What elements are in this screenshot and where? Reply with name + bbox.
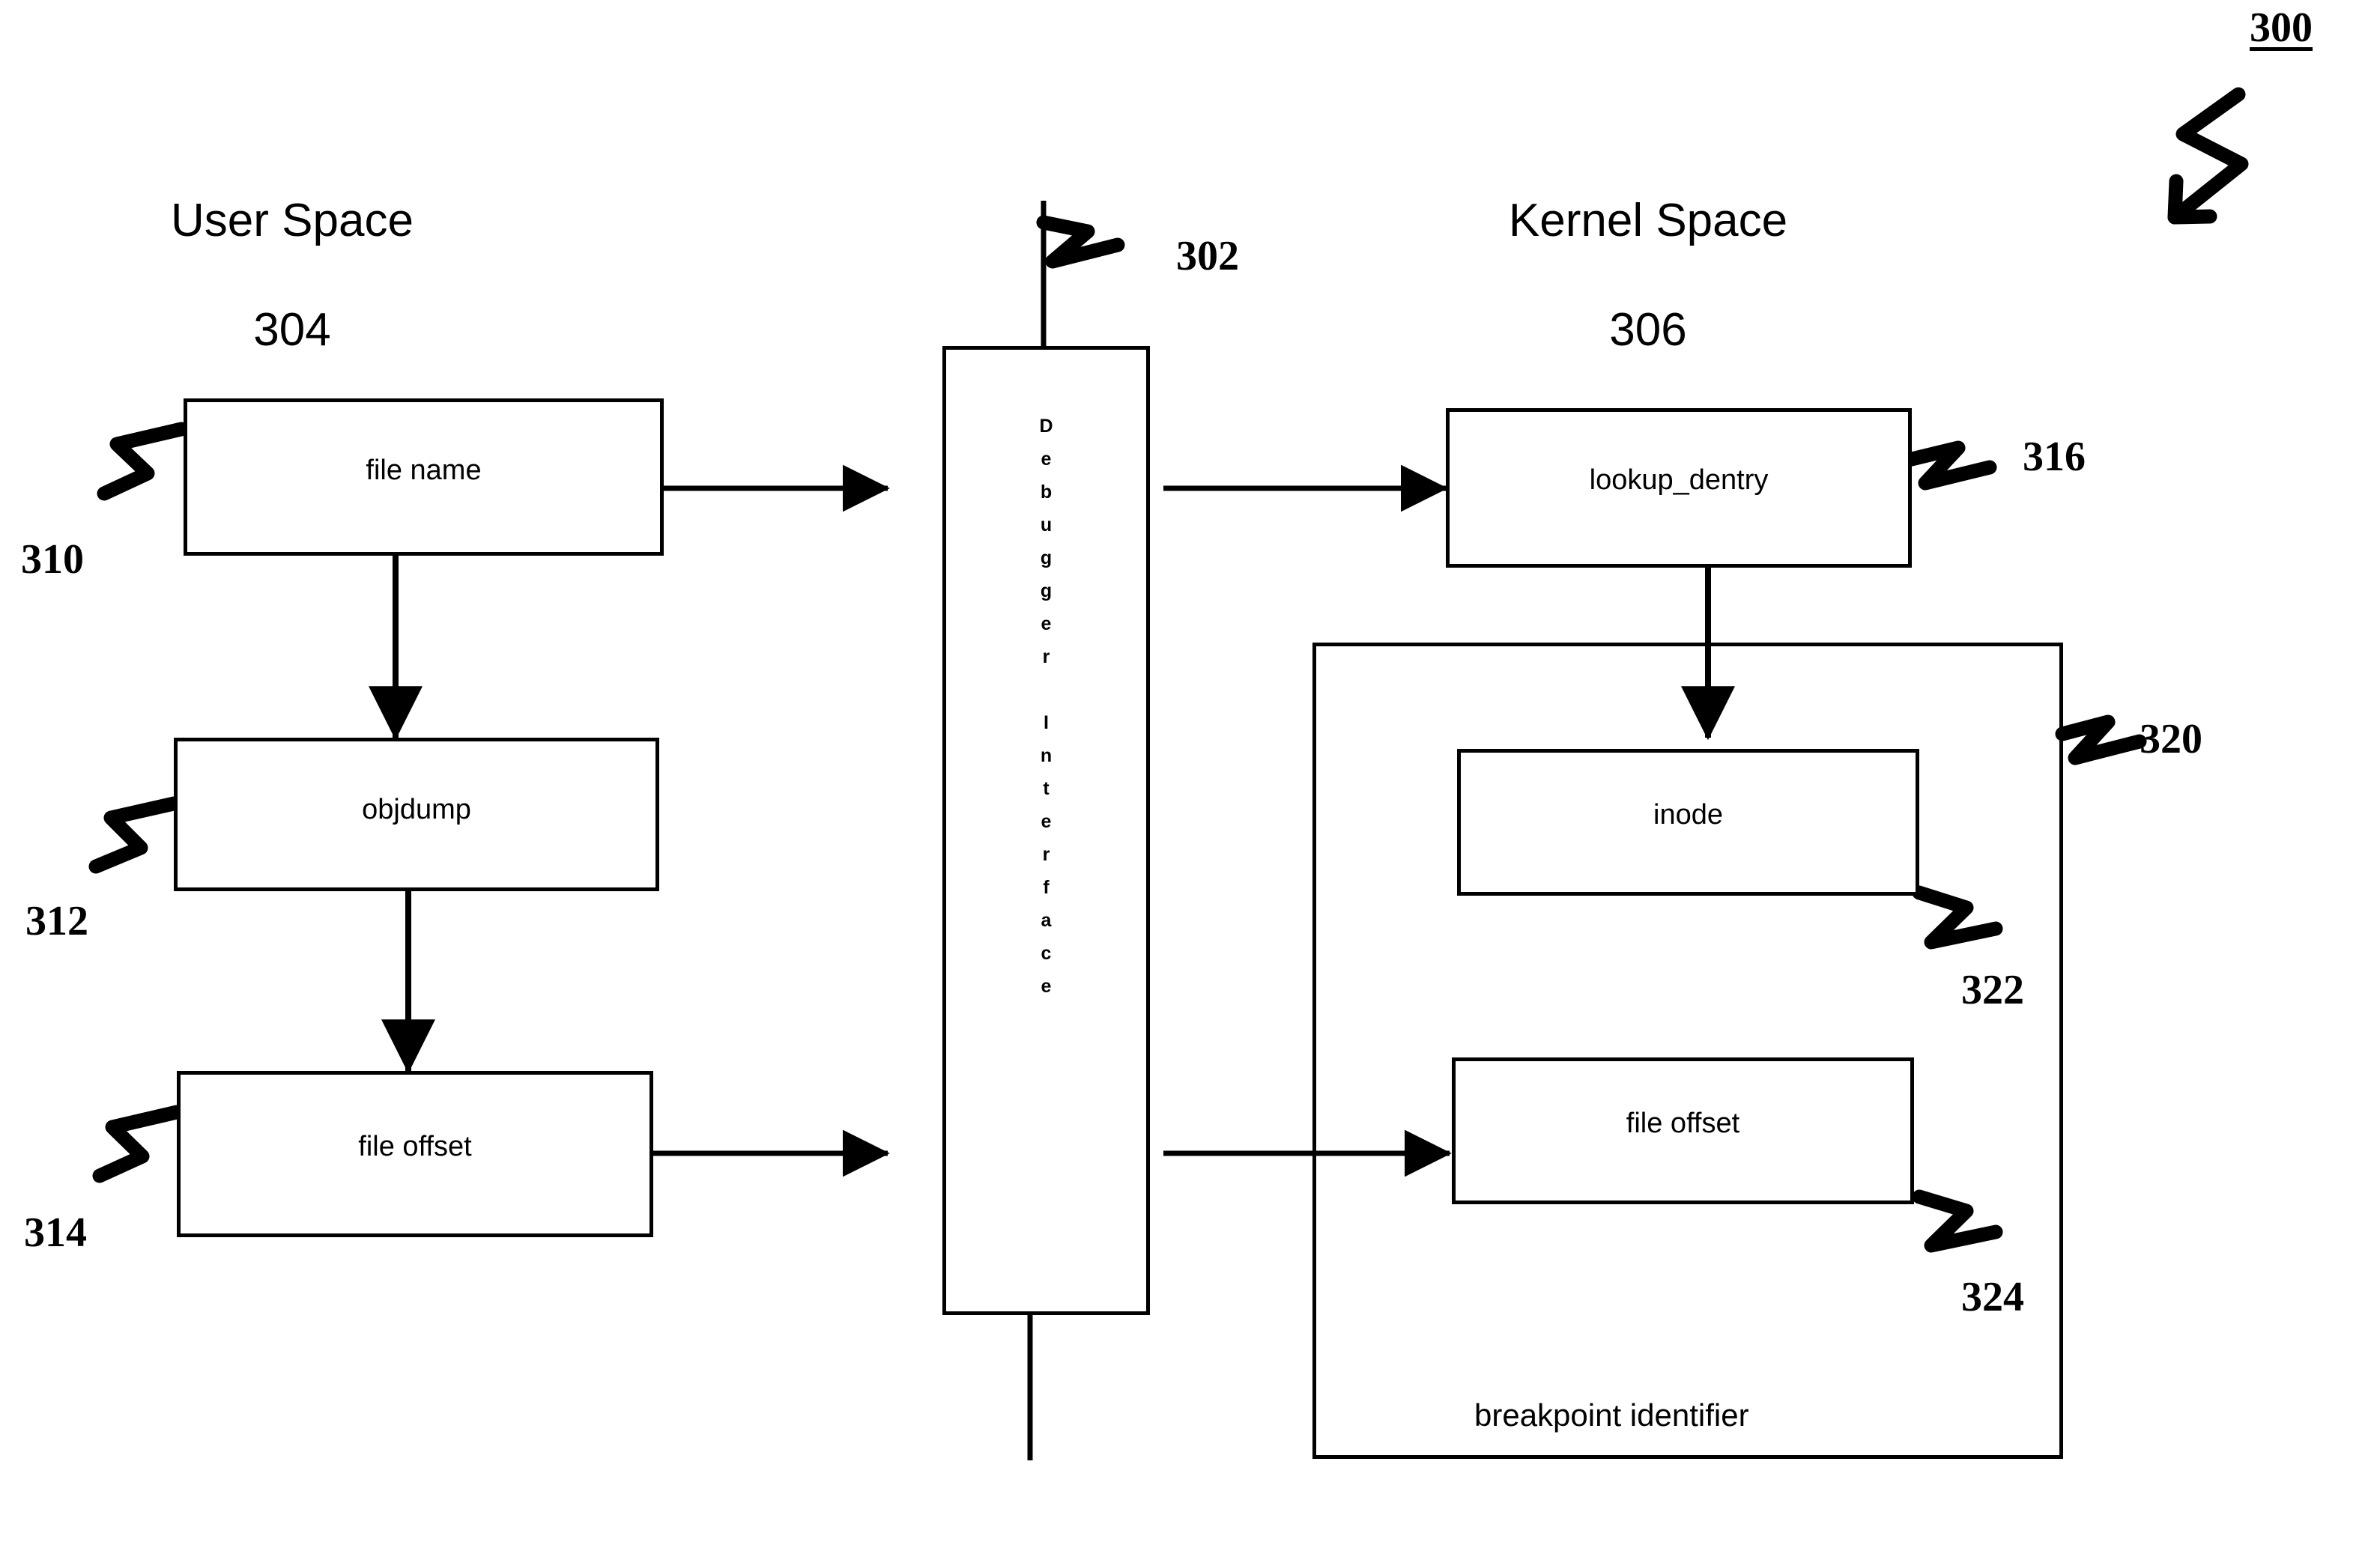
interface-letter: e bbox=[1041, 976, 1052, 997]
refnum-302: 302 bbox=[1176, 233, 1239, 279]
interface-letter: t bbox=[1043, 778, 1050, 799]
box-kernel-file-offset: file offset bbox=[1452, 1057, 1914, 1204]
box-lookup-dentry: lookup_dentry bbox=[1446, 408, 1912, 568]
interface-letter: g bbox=[1040, 547, 1053, 568]
interface-letter: r bbox=[1042, 844, 1050, 865]
user-space-label: User Space bbox=[171, 195, 414, 247]
refnum-310: 310 bbox=[21, 536, 84, 583]
box-file-name-label: file name bbox=[366, 455, 482, 486]
leader-300-head bbox=[2167, 174, 2217, 225]
interface-letter-space bbox=[946, 673, 1146, 706]
section-title-user-space: User Space 304 bbox=[60, 139, 524, 413]
box-inode-label: inode bbox=[1653, 799, 1723, 831]
box-objdump: objdump bbox=[174, 738, 659, 891]
interface-letter: e bbox=[1041, 613, 1052, 634]
debugger-interface-bar: D e b u g g e r I n t e r f a c e bbox=[942, 346, 1150, 1315]
interface-letter: u bbox=[1040, 515, 1053, 535]
box-user-file-offset-label: file offset bbox=[358, 1131, 472, 1162]
refnum-312: 312 bbox=[25, 898, 88, 944]
leader-314 bbox=[92, 1105, 184, 1183]
refnum-316: 316 bbox=[2023, 434, 2086, 480]
kernel-space-number: 306 bbox=[1609, 304, 1687, 356]
patent-figure: User Space 304 Kernel Space 306 300 file… bbox=[0, 0, 2380, 1545]
box-inode: inode bbox=[1457, 749, 1919, 896]
refnum-324: 324 bbox=[1961, 1274, 2024, 1320]
interface-letter: D bbox=[1039, 416, 1053, 437]
leader-316 bbox=[1904, 440, 1997, 491]
interface-letter: g bbox=[1040, 580, 1053, 601]
interface-letter: a bbox=[1041, 910, 1052, 931]
user-space-number: 304 bbox=[253, 304, 331, 356]
interface-letter: e bbox=[1041, 449, 1052, 470]
section-title-kernel-space: Kernel Space 306 bbox=[1416, 139, 1880, 413]
leader-302 bbox=[1036, 215, 1125, 269]
box-lookup-dentry-label: lookup_dentry bbox=[1589, 464, 1769, 496]
kernel-space-label: Kernel Space bbox=[1508, 195, 1788, 247]
debugger-interface-label: D e b u g g e r I n t e r f a c e bbox=[946, 410, 1146, 1003]
interface-letter: f bbox=[1043, 877, 1050, 898]
interface-letter: I bbox=[1044, 712, 1049, 733]
box-kernel-file-offset-label: file offset bbox=[1626, 1108, 1740, 1139]
box-objdump-label: objdump bbox=[362, 794, 471, 825]
interface-letter: r bbox=[1042, 646, 1050, 667]
leader-310 bbox=[97, 422, 189, 501]
interface-letter: e bbox=[1041, 811, 1052, 832]
box-file-name: file name bbox=[184, 398, 664, 556]
figure-number: 300 bbox=[2250, 4, 2313, 51]
breakpoint-identifier-caption: breakpoint identifier bbox=[1474, 1397, 1749, 1433]
box-user-file-offset: file offset bbox=[177, 1071, 653, 1237]
leader-300 bbox=[2167, 87, 2249, 225]
refnum-320: 320 bbox=[2140, 716, 2202, 762]
interface-letter: b bbox=[1040, 482, 1053, 503]
refnum-322: 322 bbox=[1961, 967, 2024, 1013]
refnum-314: 314 bbox=[24, 1209, 87, 1256]
interface-letter: n bbox=[1040, 745, 1053, 766]
leader-320 bbox=[2055, 714, 2147, 765]
interface-letter: c bbox=[1041, 943, 1052, 964]
leader-312 bbox=[88, 796, 181, 874]
